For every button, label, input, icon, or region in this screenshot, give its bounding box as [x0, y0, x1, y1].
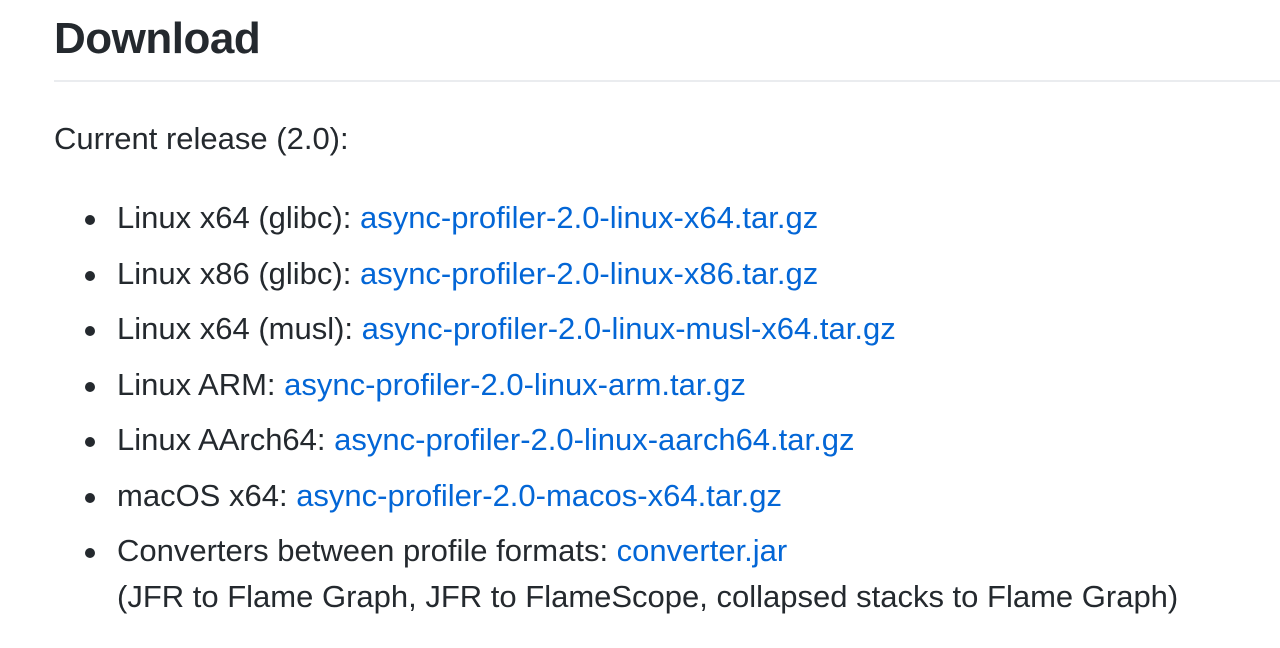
download-label: macOS x64: [117, 477, 297, 513]
heading-divider [54, 80, 1280, 82]
list-item-linux-x86-glibc: Linux x86 (glibc): async-profiler-2.0-li… [54, 253, 1178, 295]
download-link-linux-x64-glibc[interactable]: async-profiler-2.0-linux-x64.tar.gz [360, 200, 818, 235]
bullet-icon [85, 492, 95, 503]
download-link-converter-jar[interactable]: converter.jar [617, 533, 788, 568]
download-label: Linux AArch64: [117, 422, 335, 457]
bullet-icon [85, 326, 95, 336]
list-item-macos-x64: macOS x64: async-profiler-2.0-macos-x64.… [54, 475, 1178, 517]
bullet-icon [85, 437, 95, 447]
bullet-icon [85, 215, 95, 225]
download-link-linux-aarch64[interactable]: async-profiler-2.0-linux-aarch64.tar.gz [334, 422, 854, 457]
list-item-linux-arm: Linux ARM: async-profiler-2.0-linux-arm.… [54, 364, 1178, 406]
list-item-linux-x64-musl: Linux x64 (musl): async-profiler-2.0-lin… [54, 308, 1178, 350]
bullet-icon [85, 381, 95, 392]
download-link-linux-arm[interactable]: async-profiler-2.0-linux-arm.tar.gz [284, 367, 746, 402]
bullet-icon [85, 270, 95, 281]
download-label: Converters between profile formats: [117, 533, 617, 568]
bullet-icon [85, 548, 95, 558]
list-item-linux-aarch64: Linux AArch64: async-profiler-2.0-linux-… [54, 419, 1178, 461]
list-item-linux-x64-glibc: Linux x64 (glibc): async-profiler-2.0-li… [54, 197, 1178, 239]
current-release-text: Current release (2.0): [54, 121, 349, 156]
download-list: Linux x64 (glibc): async-profiler-2.0-li… [54, 197, 1178, 636]
download-label: Linux ARM: [117, 366, 285, 402]
download-label: Linux x86 (glibc): [117, 255, 360, 291]
page-title: Download [54, 14, 261, 63]
download-link-macos-x64[interactable]: async-profiler-2.0-macos-x64.tar.gz [296, 478, 782, 513]
download-label: Linux x64 (musl): [117, 311, 362, 346]
list-item-converters: Converters between profile formats: conv… [54, 530, 1178, 622]
download-link-linux-x86-glibc[interactable]: async-profiler-2.0-linux-x86.tar.gz [360, 256, 818, 291]
download-link-linux-x64-musl[interactable]: async-profiler-2.0-linux-musl-x64.tar.gz [362, 311, 896, 346]
download-label: Linux x64 (glibc): [117, 200, 360, 235]
converter-description: (JFR to Flame Graph, JFR to FlameScope, … [117, 579, 1179, 614]
